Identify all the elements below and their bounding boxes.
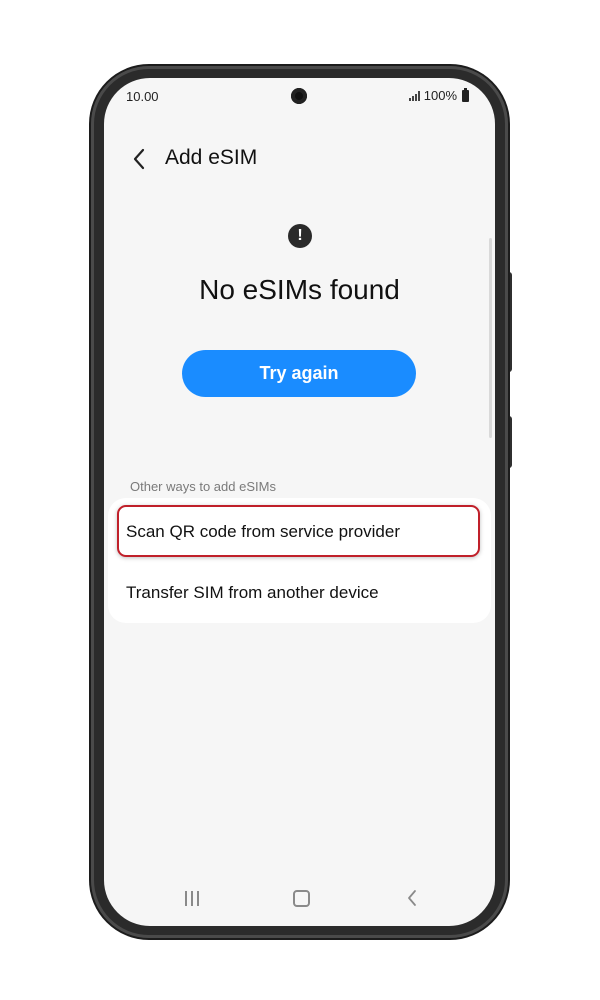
exclamation-circle-icon: ! <box>288 224 312 248</box>
transfer-sim-option[interactable]: Transfer SIM from another device <box>126 583 379 603</box>
scroll-indicator <box>489 238 492 438</box>
back-button[interactable] <box>126 144 152 174</box>
no-esims-headline: No eSIMs found <box>199 274 400 305</box>
status-time: 10.00 <box>126 89 159 104</box>
signal-icon <box>408 90 420 101</box>
try-again-button[interactable]: Try again <box>182 350 416 397</box>
stage: 10.00 100% Add eSIM ! No eSIMs found Try… <box>0 0 600 1000</box>
front-camera <box>291 88 307 104</box>
recents-icon <box>185 890 199 906</box>
nav-home-button[interactable] <box>289 888 313 908</box>
nav-recents-button[interactable] <box>180 888 204 908</box>
battery-icon <box>462 87 469 102</box>
highlight-box <box>117 505 480 557</box>
chevron-left-icon <box>133 148 145 170</box>
other-ways-label: Other ways to add eSIMs <box>130 479 276 494</box>
page-title: Add eSIM <box>165 146 258 169</box>
back-icon <box>408 890 416 906</box>
home-icon <box>292 889 310 907</box>
phone-screen: 10.00 100% Add eSIM ! No eSIMs found Try… <box>104 78 495 926</box>
nav-back-button[interactable] <box>400 888 424 908</box>
battery-percent: 100% <box>423 88 457 103</box>
status-indicators: 100% <box>408 87 469 103</box>
